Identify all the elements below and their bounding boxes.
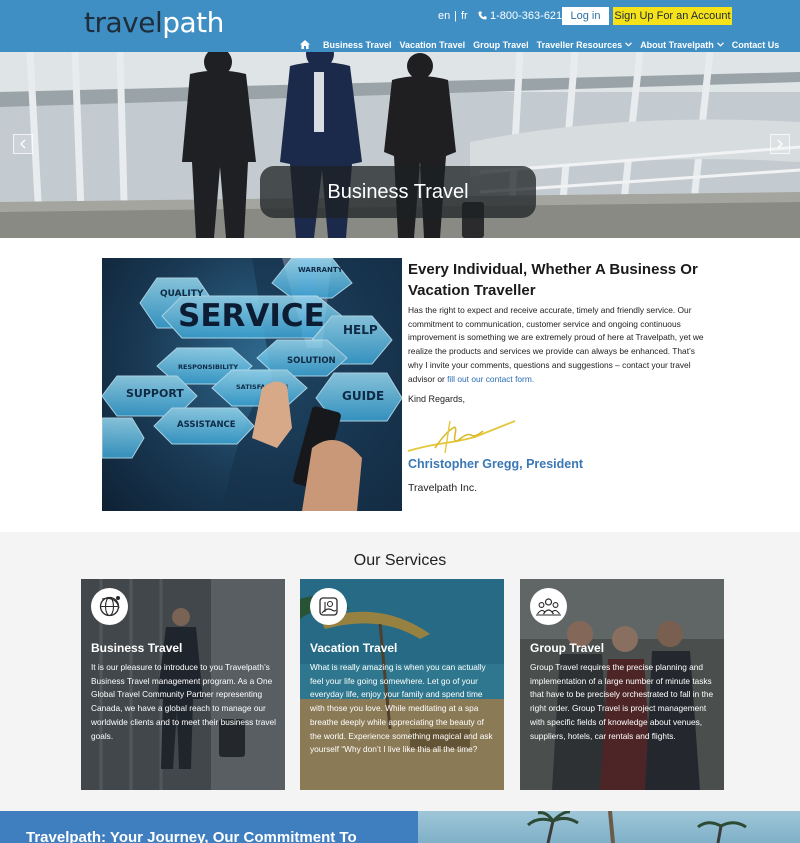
chevron-right-icon [777, 139, 783, 149]
word-guide: GUIDE [342, 389, 384, 403]
signup-button[interactable]: Sign Up For an Account [613, 7, 732, 25]
hero-slider: Business Travel [0, 52, 800, 238]
slider-next-button[interactable] [770, 134, 790, 154]
slider-prev-button[interactable] [13, 134, 33, 154]
journey-heading: Travelpath: Your Journey, Our Commitment… [26, 829, 357, 843]
services-title: Our Services [353, 552, 447, 569]
language-en-link[interactable]: en [438, 7, 450, 25]
phone-icon [478, 11, 487, 20]
word-service: SERVICE [178, 298, 325, 334]
logo-part-path: path [162, 6, 224, 39]
chevron-down-icon [625, 42, 633, 47]
hero-caption: Business Travel [260, 166, 536, 218]
word-warranty: WARRANTY [298, 266, 344, 274]
chevron-down-icon [716, 42, 724, 47]
nav-item-business-travel[interactable]: Business Travel [323, 40, 392, 50]
word-responsibility: RESPONSIBILITY [178, 363, 238, 371]
president-signature [407, 420, 516, 454]
login-button[interactable]: Log in [562, 7, 609, 25]
nav-item-vacation-travel[interactable]: Vacation Travel [400, 40, 466, 50]
word-support: SUPPORT [126, 387, 184, 400]
service-card-vacation-travel[interactable]: Vacation Travel What is really amazing i… [300, 579, 504, 790]
nav-label-about-travelpath: About Travelpath [640, 39, 714, 50]
service-card-text: It is our pleasure to introduce to you T… [91, 662, 276, 741]
intro-body-text: Has the right to expect and receive accu… [408, 305, 704, 384]
word-assistance: ASSISTANCE [177, 420, 236, 430]
group-people-icon [530, 588, 567, 625]
contact-form-link[interactable]: fill out our contact form. [447, 374, 534, 384]
home-icon[interactable] [300, 40, 310, 49]
service-card-business-travel[interactable]: Business Travel It is our pleasure to in… [81, 579, 285, 790]
word-solution: SOLUTION [287, 356, 336, 366]
main-nav: Business Travel Vacation Travel Group Tr… [300, 38, 787, 51]
phone-link[interactable]: 1-800-363-6211 [478, 7, 567, 25]
language-fr-link[interactable]: fr [461, 7, 468, 25]
logo-part-travel: travel [84, 6, 163, 39]
service-card-title: Group Travel [530, 641, 605, 655]
nav-item-traveller-resources[interactable]: Traveller Resources [537, 40, 633, 50]
nav-label-traveller-resources: Traveller Resources [536, 39, 623, 50]
palm-scene [526, 811, 747, 843]
service-card-text: Group Travel requires the precise planni… [530, 662, 714, 741]
journey-banner: Travelpath: Your Journey, Our Commitment… [0, 811, 418, 843]
closing-text: Kind Regards, [408, 394, 466, 404]
nav-item-about-travelpath[interactable]: About Travelpath [640, 40, 724, 50]
intro-heading: Every Individual, Whether A Business Or … [408, 261, 698, 299]
globe-network-icon [91, 588, 128, 625]
nav-item-contact-us[interactable]: Contact Us [732, 40, 780, 50]
language-separator: | [454, 10, 457, 22]
service-card-title: Vacation Travel [310, 641, 398, 655]
president-name: Christopher Gregg, President [408, 457, 584, 471]
service-card-title: Business Travel [91, 641, 183, 655]
services-section: Our Services Business Travel It is our p… [0, 532, 800, 811]
service-concept-image: QUALITY WARRANTY SERVICE HELP RESPONSIBI… [102, 258, 402, 511]
nav-item-group-travel[interactable]: Group Travel [473, 40, 529, 50]
intro-paragraph: Has the right to expect and receive accu… [408, 304, 706, 386]
site-header: travelpath en | fr 1-800-363-6211 Log in… [0, 0, 800, 52]
palm-trees-image [418, 811, 800, 843]
service-card-text: What is really amazing is when you can a… [310, 662, 493, 755]
phone-number: 1-800-363-6211 [490, 10, 568, 22]
word-help: HELP [343, 323, 378, 337]
chevron-left-icon [20, 139, 26, 149]
beach-sun-icon [310, 588, 347, 625]
company-name: Travelpath Inc. [408, 482, 478, 494]
travelpath-logo[interactable]: travelpath [84, 6, 224, 40]
service-illustration: QUALITY WARRANTY SERVICE HELP RESPONSIBI… [102, 258, 402, 511]
service-card-group-travel[interactable]: Group Travel Group Travel requires the p… [520, 579, 724, 790]
